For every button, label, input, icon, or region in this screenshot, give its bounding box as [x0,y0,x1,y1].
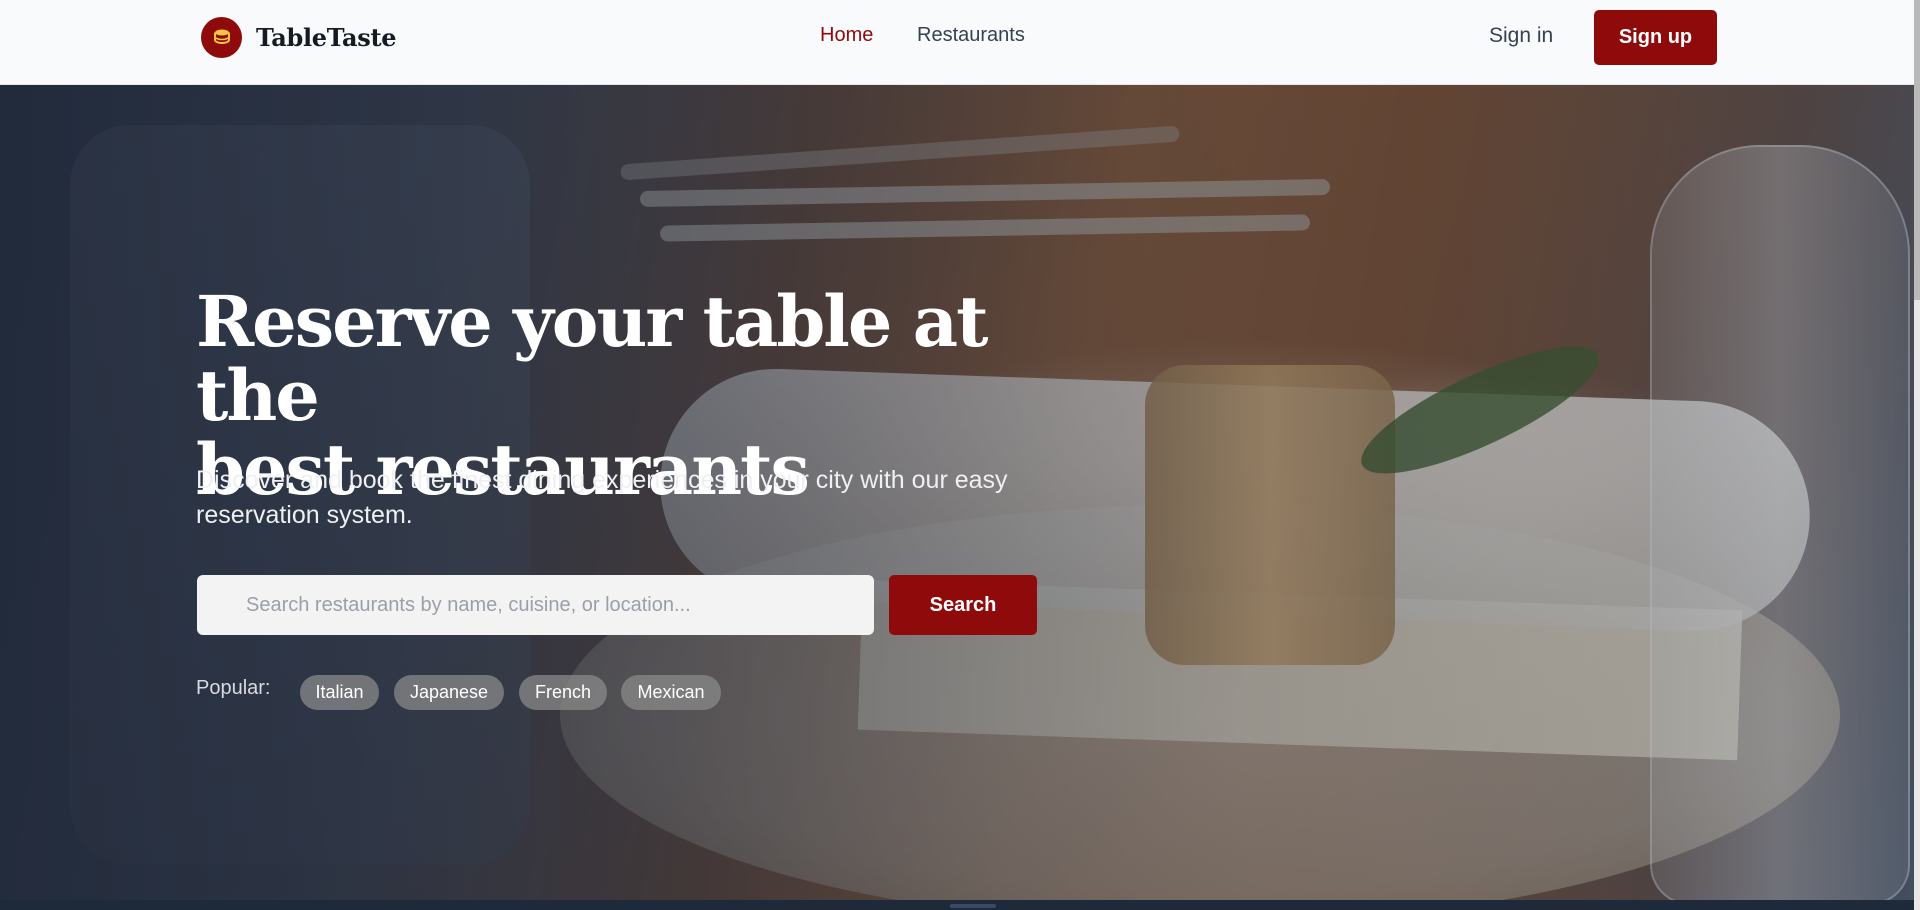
next-section-handle [950,904,996,908]
sign-in-link[interactable]: Sign in [1489,24,1553,48]
top-navbar: TableTaste Home Restaurants Sign in Sign… [0,0,1914,85]
page: TableTaste Home Restaurants Sign in Sign… [0,0,1920,910]
popular-label: Popular: [196,677,271,699]
hero-subtitle: Discover and book the finest dining expe… [196,466,1008,529]
restaurant-search-input[interactable] [197,575,874,635]
brand-logo-link[interactable]: TableTaste [201,16,397,58]
hero-title-line1: Reserve your table at the [196,280,988,437]
popular-tag-italian[interactable]: Italian [300,675,379,710]
nav-restaurants-link[interactable]: Restaurants [917,24,1025,47]
nav-home-link[interactable]: Home [820,24,873,47]
dish-icon [201,16,242,58]
popular-tag-mexican[interactable]: Mexican [621,675,721,710]
hero-section: Reserve your table at the best restauran… [0,85,1914,900]
popular-tag-french[interactable]: French [519,675,607,710]
search-button[interactable]: Search [889,575,1037,635]
popular-tag-japanese[interactable]: Japanese [394,675,504,710]
page-scrollbar-thumb[interactable] [1914,0,1920,300]
sign-up-button[interactable]: Sign up [1594,10,1717,65]
brand-name: TableTaste [256,22,397,52]
